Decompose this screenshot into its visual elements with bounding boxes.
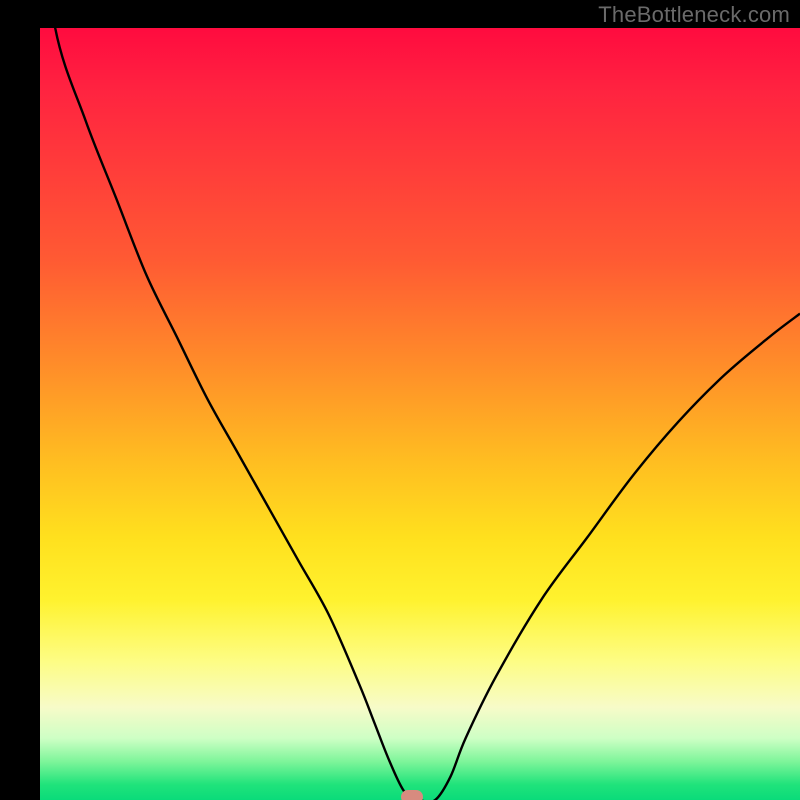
curve-line <box>40 28 800 800</box>
optimal-marker <box>401 790 423 800</box>
bottleneck-curve <box>40 28 800 800</box>
plot-area <box>40 28 800 800</box>
watermark-text: TheBottleneck.com <box>598 2 790 28</box>
chart-frame: TheBottleneck.com <box>0 0 800 800</box>
